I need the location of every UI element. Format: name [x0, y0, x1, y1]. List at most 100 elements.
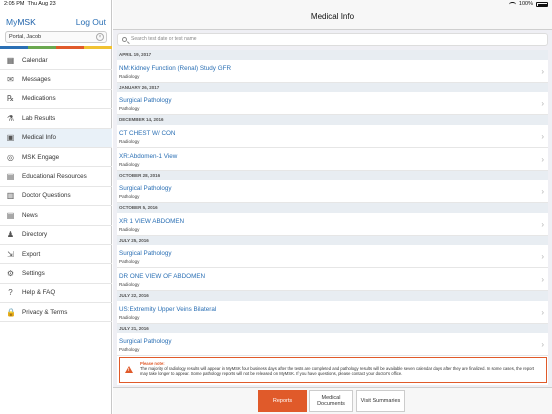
list-item[interactable]: Surgical Pathology Pathology › [117, 92, 548, 115]
lock-icon: 🔒 [6, 307, 16, 317]
sidebar-item-medical-info[interactable]: ▣ Medical Info [0, 128, 112, 148]
sidebar: MyMSK Log Out Portal, Jacob × ▦ Calendar ✉… [0, 0, 112, 414]
result-name[interactable]: Surgical Pathology [119, 250, 172, 257]
compass-icon: ◎ [7, 152, 14, 162]
list-item[interactable]: NM:Kidney Function (Renal) Study GFR Radi… [117, 59, 548, 83]
result-name[interactable]: Surgical Pathology [119, 97, 172, 104]
book-icon: ▤ [6, 172, 15, 182]
page-title: Medical Info [310, 12, 355, 21]
result-name[interactable]: XR 1 VIEW ABDOMEN [119, 218, 184, 225]
sidebar-item-lab-results[interactable]: ⚗ Lab Results [0, 109, 112, 129]
flask-icon: ⚗ [6, 113, 15, 123]
sidebar-item-help-faq[interactable]: ? Help & FAQ [0, 284, 112, 304]
sidebar-item-label: Privacy & Terms [22, 308, 68, 316]
sidebar-item-label: Doctor Questions [22, 192, 71, 200]
battery-icon [536, 2, 548, 7]
list-item[interactable]: XR 1 VIEW ABDOMEN Radiology › [117, 212, 548, 236]
chevron-right-icon: › [541, 252, 544, 261]
result-category: Pathology [119, 194, 140, 199]
result-name[interactable]: CT CHEST W/ CON [119, 130, 175, 137]
sidebar-item-export[interactable]: ⇲ Export [0, 245, 112, 265]
newspaper-icon: ▤ [6, 210, 15, 220]
result-name[interactable]: XR:Abdomen-1 View [119, 153, 177, 160]
sidebar-item-msk-engage[interactable]: ◎ MSK Engage [0, 148, 112, 168]
chevron-right-icon: › [541, 307, 544, 317]
date-header: JULY 21, 2016 [117, 323, 548, 333]
sidebar-item-messages[interactable]: ✉ Messages [0, 70, 112, 90]
chevron-right-icon: › [541, 275, 544, 284]
logout-button[interactable]: Log Out [76, 17, 106, 27]
segmented-tabs: Reports Medical Documents Visit Summarie… [113, 387, 552, 414]
pill-icon: ℞ [6, 94, 15, 104]
folder-icon: ▣ [6, 133, 15, 143]
result-name[interactable]: NM:Kidney Function (Renal) Study GFR [119, 65, 231, 72]
results-list[interactable]: APRIL 19, 2017 NM:Kidney Function (Renal)… [117, 50, 548, 385]
sidebar-item-medications[interactable]: ℞ Medications [0, 90, 112, 110]
main-panel: Medical Info Search test date or test na… [113, 0, 552, 414]
date-header: APRIL 19, 2017 [117, 50, 548, 60]
tab-visit-summaries[interactable]: Visit Summaries [356, 390, 405, 412]
sidebar-item-settings[interactable]: ⚙ Settings [0, 264, 112, 284]
sidebar-item-label: Settings [22, 269, 45, 277]
status-right: 100% [508, 0, 548, 9]
sidebar-item-label: News [22, 211, 38, 219]
list-item[interactable]: Surgical Pathology Pathology › [117, 245, 548, 268]
person-icon: ♟ [6, 230, 15, 240]
list-item[interactable]: CT CHEST W/ CON Radiology › [117, 124, 548, 148]
tab-reports[interactable]: Reports [258, 390, 307, 412]
sidebar-item-label: Messages [22, 76, 51, 84]
sidebar-item-label: MSK Engage [22, 153, 60, 161]
result-category: Pathology [119, 259, 140, 264]
chevron-right-icon: › [541, 66, 544, 76]
list-item[interactable]: US:Extremity Upper Veins Bilateral Radiol… [117, 300, 548, 324]
result-category: Radiology [119, 73, 140, 79]
date-header: OCTOBER 5, 2016 [117, 203, 548, 213]
sidebar-item-label: Medications [22, 95, 56, 103]
result-category: Radiology [119, 314, 140, 320]
sidebar-item-label: Calendar [22, 56, 48, 64]
result-category: Radiology [119, 138, 140, 144]
list-item[interactable]: DR ONE VIEW OF ABDOMEN Radiology › [117, 268, 548, 291]
sidebar-item-label: Directory [22, 231, 48, 239]
tab-medical-documents[interactable]: Medical Documents [309, 390, 353, 412]
wifi-icon [508, 2, 516, 7]
list-item[interactable]: Surgical Pathology Pathology › [117, 180, 548, 203]
list-item[interactable]: Surgical Pathology Pathology › [117, 333, 548, 356]
result-category: Radiology [119, 226, 140, 232]
chevron-right-icon: › [541, 154, 544, 164]
date-header: JANUARY 26, 2017 [117, 82, 548, 92]
date-header: DECEMBER 14, 2016 [117, 115, 548, 125]
sidebar-item-doctor-questions[interactable]: ▥ Doctor Questions [0, 187, 112, 207]
search-icon [122, 37, 127, 42]
result-category: Radiology [119, 282, 140, 287]
result-name[interactable]: US:Extremity Upper Veins Bilateral [119, 306, 216, 313]
sidebar-item-news[interactable]: ▤ News [0, 206, 112, 226]
sidebar-item-directory[interactable]: ♟ Directory [0, 226, 112, 245]
result-name[interactable]: Surgical Pathology [119, 338, 172, 345]
date-header: OCTOBER 28, 2016 [117, 170, 548, 180]
result-category: Pathology [119, 347, 140, 352]
sidebar-item-label: Lab Results [22, 114, 56, 122]
list-item[interactable]: XR:Abdomen-1 View Radiology › [117, 147, 548, 171]
sidebar-item-privacy-terms[interactable]: 🔒 Privacy & Terms [0, 303, 112, 323]
result-category: Radiology [119, 161, 140, 167]
status-time: 2:05 PM Thu Aug 23 [4, 1, 56, 7]
sidebar-item-label: Export [22, 250, 41, 258]
result-name[interactable]: Surgical Pathology [119, 185, 172, 192]
sidebar-item-calendar[interactable]: ▦ Calendar [0, 51, 112, 71]
clear-icon[interactable]: × [96, 33, 104, 41]
export-icon: ⇲ [7, 249, 14, 259]
envelope-icon: ✉ [7, 75, 14, 85]
sidebar-item-educational-resources[interactable]: ▤ Educational Resources [0, 167, 112, 187]
date-header: JULY 22, 2016 [117, 291, 548, 301]
result-name[interactable]: DR ONE VIEW OF ABDOMEN [119, 273, 205, 280]
notice-banner: Please note: The majority of radiology r… [119, 357, 547, 383]
brand-color-bar [0, 46, 112, 49]
question-icon: ? [8, 288, 13, 298]
search-input[interactable]: Search test date or test name [117, 33, 548, 46]
warning-icon [125, 366, 133, 373]
patient-selector[interactable]: Portal, Jacob × [5, 31, 107, 43]
sidebar-item-label: Medical Info [22, 134, 56, 142]
app-brand: MyMSK [6, 17, 36, 27]
date-header: JULY 25, 2016 [117, 235, 548, 245]
